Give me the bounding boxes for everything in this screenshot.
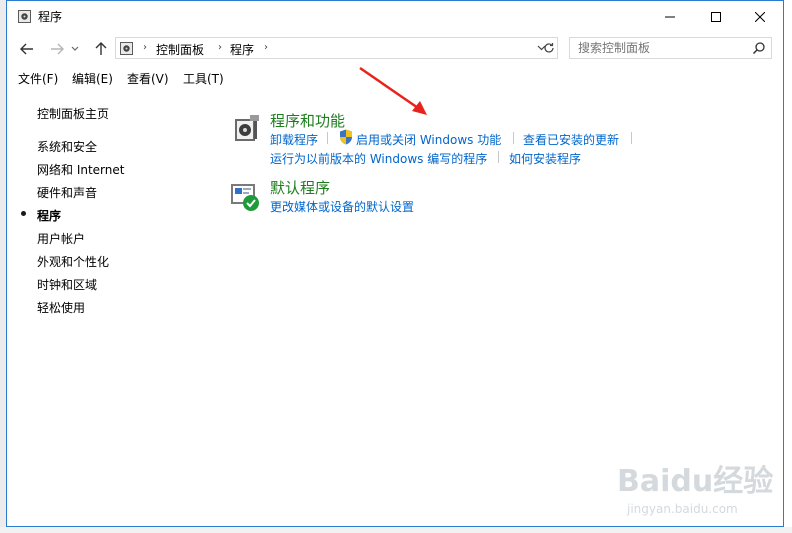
baidu-watermark: Baidu经验 jingyan.baidu.com: [617, 456, 773, 526]
maximize-button[interactable]: [693, 1, 739, 33]
search-icon[interactable]: [752, 41, 766, 55]
menu-edit[interactable]: 编辑(E): [72, 70, 113, 87]
programs-features-icon[interactable]: [232, 113, 262, 143]
link-change-default-settings[interactable]: 更改媒体或设备的默认设置: [270, 198, 414, 215]
programs-location-icon: [120, 42, 133, 55]
link-uninstall-program[interactable]: 卸载程序: [270, 131, 318, 148]
sidebar-item-system-security[interactable]: 系统和安全: [37, 138, 97, 155]
sidebar-item-ease-of-access[interactable]: 轻松使用: [37, 299, 85, 316]
minimize-icon: [665, 16, 675, 18]
background-taskbar-edge: [0, 527, 792, 533]
link-divider: [327, 132, 328, 144]
chevron-down-icon: [71, 46, 79, 51]
maximize-icon: [711, 12, 721, 22]
link-divider: [631, 132, 632, 144]
link-divider: [513, 132, 514, 144]
breadcrumb-programs[interactable]: 程序: [230, 41, 254, 58]
current-page-bullet-icon: [21, 211, 26, 216]
refresh-icon: [543, 43, 554, 53]
sidebar-item-clock-region[interactable]: 时钟和区域: [37, 276, 97, 293]
close-icon: [755, 12, 765, 22]
up-button[interactable]: [91, 39, 111, 59]
link-divider: [498, 151, 499, 163]
watermark-logo: Baidu经验: [617, 464, 774, 499]
menu-view[interactable]: 查看(V): [127, 70, 169, 87]
programs-app-icon: [18, 10, 31, 23]
sidebar-item-hardware-sound[interactable]: 硬件和声音: [37, 184, 97, 201]
category-title-programs-features[interactable]: 程序和功能: [270, 110, 345, 131]
close-button[interactable]: [737, 1, 783, 33]
link-how-to-install[interactable]: 如何安装程序: [509, 150, 581, 167]
sidebar-item-network-internet[interactable]: 网络和 Internet: [37, 161, 124, 178]
category-title-default-programs[interactable]: 默认程序: [270, 177, 330, 198]
uac-shield-icon: [340, 129, 352, 145]
window-title: 程序: [38, 10, 63, 24]
breadcrumb-separator-icon: ›: [143, 42, 147, 53]
breadcrumb-separator-icon: ›: [264, 42, 268, 53]
link-turn-windows-features[interactable]: 启用或关闭 Windows 功能: [356, 131, 501, 148]
breadcrumb-control-panel[interactable]: 控制面板: [156, 41, 204, 58]
sidebar-item-control-panel-home[interactable]: 控制面板主页: [37, 105, 109, 122]
up-arrow-icon: [95, 42, 107, 55]
breadcrumb-separator-icon: ›: [218, 42, 222, 53]
sidebar-item-appearance[interactable]: 外观和个性化: [37, 253, 109, 270]
forward-button[interactable]: [47, 39, 67, 59]
link-view-installed-updates[interactable]: 查看已安装的更新: [523, 131, 619, 148]
watermark-url: jingyan.baidu.com: [627, 502, 738, 516]
default-programs-icon[interactable]: [230, 182, 260, 212]
back-arrow-icon: [20, 43, 33, 55]
link-run-older-programs[interactable]: 运行为以前版本的 Windows 编写的程序: [270, 150, 487, 167]
search-input[interactable]: [578, 40, 748, 56]
refresh-button[interactable]: [540, 37, 558, 59]
title-bar[interactable]: 程序: [7, 1, 783, 33]
sidebar-item-user-accounts[interactable]: 用户帐户: [37, 230, 85, 247]
menu-file[interactable]: 文件(F): [18, 70, 58, 87]
recent-locations-button[interactable]: [69, 39, 81, 59]
search-box[interactable]: [569, 37, 772, 59]
address-bar[interactable]: › 控制面板 › 程序 ›: [115, 37, 558, 59]
forward-arrow-icon: [51, 43, 64, 55]
minimize-button[interactable]: [647, 1, 693, 33]
back-button[interactable]: [17, 39, 37, 59]
control-panel-window: 程序 › 控制面板 › 程序 › 搜索控制面板 文件(F) 编辑(E) 查看(V…: [6, 0, 784, 527]
sidebar-item-programs[interactable]: 程序: [37, 207, 61, 224]
annotation-arrow-icon: [359, 66, 427, 115]
menu-tools[interactable]: 工具(T): [183, 70, 224, 87]
